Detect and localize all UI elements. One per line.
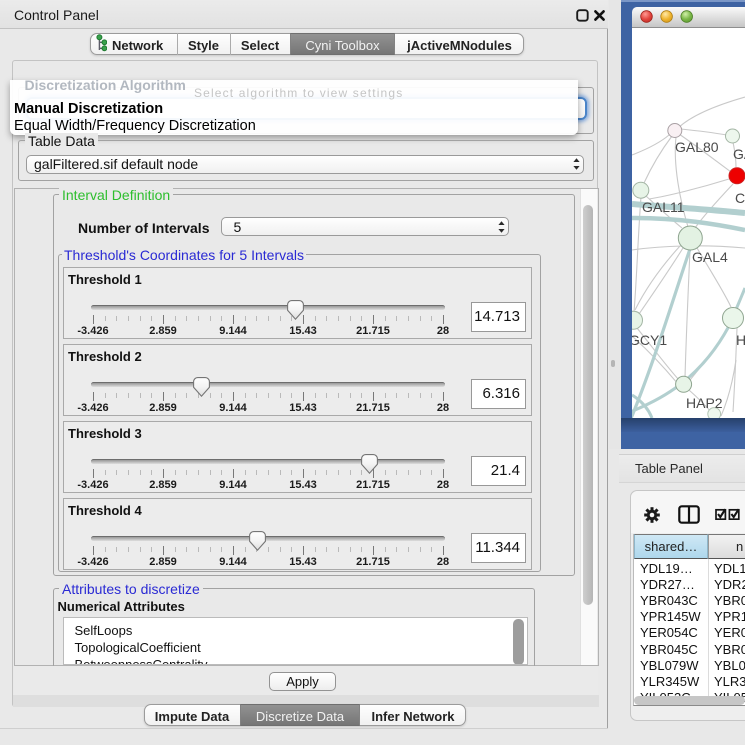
svg-text:GAL4: GAL4 [692,249,728,265]
svg-text:H: H [736,332,745,348]
svg-text:C: C [735,190,745,206]
svg-text:GA: GA [733,146,745,162]
svg-text:GAL80: GAL80 [675,139,719,155]
svg-text:GAL11: GAL11 [642,199,685,215]
svg-text:GCY1: GCY1 [632,332,667,348]
svg-text:HAP2: HAP2 [686,395,723,411]
